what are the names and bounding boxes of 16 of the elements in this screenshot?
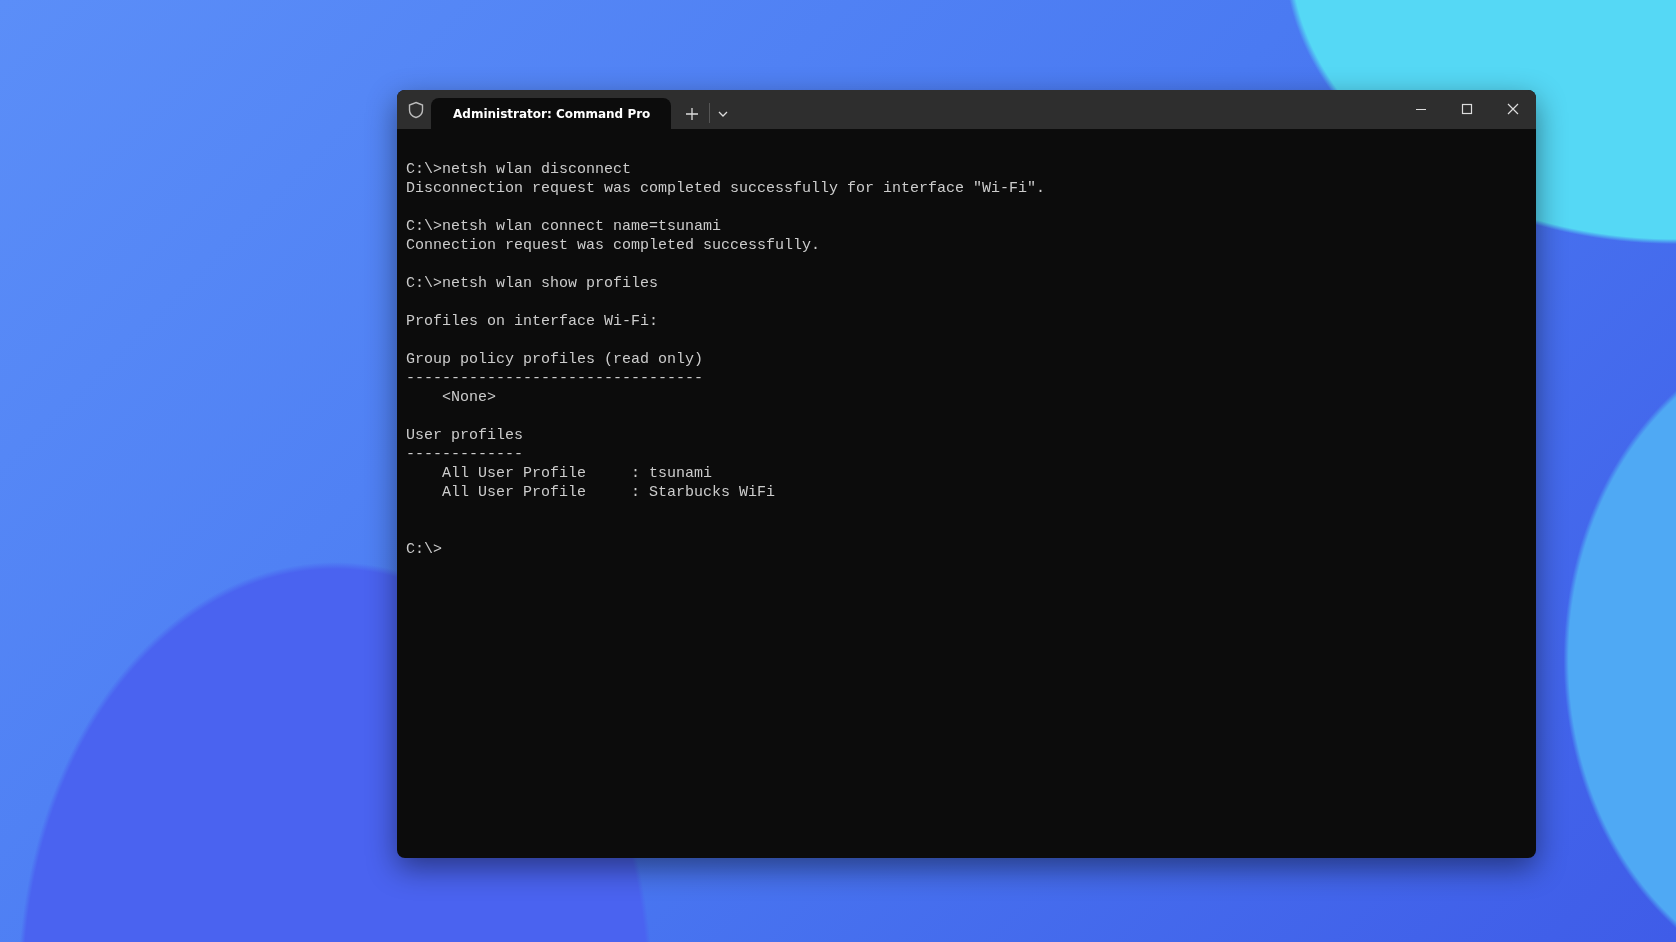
terminal-line: Group policy profiles (read only) xyxy=(406,350,704,369)
terminal-line: C:\> xyxy=(406,540,442,559)
terminal-line: All User Profile : Starbucks WiFi xyxy=(441,483,776,502)
terminal-line: <None> xyxy=(441,388,496,407)
terminal-line: ------------- xyxy=(406,445,524,464)
shield-icon xyxy=(407,101,425,119)
terminal-line: --------------------------------- xyxy=(406,369,704,388)
terminal-line: All User Profile : tsunami xyxy=(441,464,713,483)
terminal-line: C:\>netsh wlan disconnect xyxy=(406,160,632,179)
terminal-line: Disconnection request was completed successfully for interface "Wi-Fi". xyxy=(406,179,1046,198)
terminal-line: User profiles xyxy=(406,426,524,445)
terminal-tab[interactable]: Administrator: Command Pro xyxy=(431,98,671,129)
terminal-line: C:\>netsh wlan connect name=tsunami xyxy=(406,217,722,236)
terminal-line: Connection request was completed successfully. xyxy=(406,236,821,255)
terminal-line: Profiles on interface Wi-Fi: xyxy=(406,312,659,331)
terminal-line: C:\>netsh wlan show profiles xyxy=(406,274,659,293)
